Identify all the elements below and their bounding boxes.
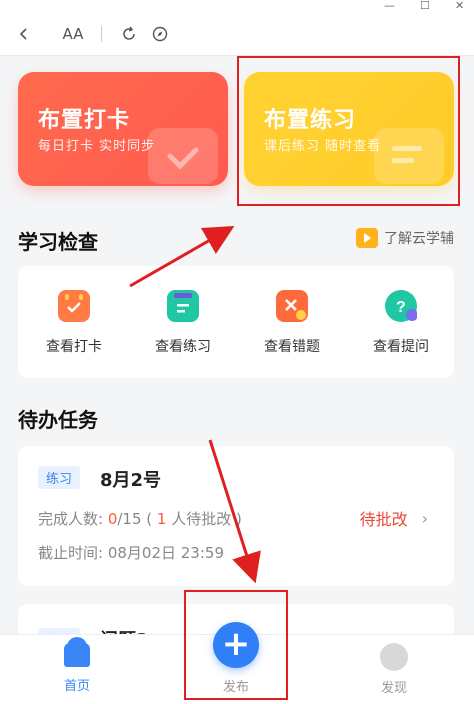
deadline: 截止时间: 08月02日 23:59 <box>38 544 224 562</box>
check-label: 查看练习 <box>155 339 211 355</box>
calendar-check-icon <box>58 290 90 322</box>
check-label: 查看错题 <box>264 339 320 355</box>
task-type-tag: 练习 <box>38 466 81 489</box>
chevron-right-icon: › <box>421 508 428 528</box>
check-label: 查看提问 <box>373 339 429 355</box>
card-title: 布置打卡 <box>38 108 131 133</box>
nav-discover[interactable]: 发现 <box>354 643 434 696</box>
home-icon <box>64 643 90 667</box>
todo-title: 待办任务 <box>18 408 98 432</box>
study-check-panel: 查看打卡 查看练习 查看错题 ? 查看提问 <box>18 266 454 378</box>
view-questions-item[interactable]: ? 查看提问 <box>351 290 451 356</box>
study-check-title: 学习检查 <box>18 230 98 254</box>
check-label: 查看打卡 <box>46 339 102 355</box>
close-button[interactable]: ✕ <box>455 0 464 12</box>
toolbar: AA <box>0 14 474 56</box>
planet-icon <box>380 643 408 671</box>
completion-count: 完成人数: 0/15 ( 1 人待批改 ) <box>38 510 242 528</box>
back-icon[interactable] <box>12 22 36 46</box>
view-exercise-item[interactable]: 查看练习 <box>133 290 233 356</box>
annotation-highlight-box <box>237 56 460 206</box>
wrong-question-icon <box>276 290 308 322</box>
learn-more-link[interactable]: 了解云学辅 <box>356 228 454 248</box>
notebook-icon <box>167 290 199 322</box>
compass-icon[interactable] <box>148 22 172 46</box>
question-bubble-icon: ? <box>385 290 418 322</box>
video-icon <box>356 228 378 248</box>
todo-task-card[interactable]: 练习 8月2号 完成人数: 0/15 ( 1 人待批改 ) 截止时间: 08月0… <box>18 446 454 586</box>
view-checkin-item[interactable]: 查看打卡 <box>24 290 124 356</box>
nav-home[interactable]: 首页 <box>37 643 117 694</box>
card-subtitle: 每日打卡 实时同步 <box>38 139 156 154</box>
annotation-highlight-box <box>184 590 288 700</box>
toolbar-divider <box>101 26 102 42</box>
svg-text:?: ? <box>396 299 406 316</box>
font-size-label: AA <box>62 25 84 43</box>
task-title: 8月2号 <box>100 470 162 491</box>
status-label: 待批改 <box>359 510 408 529</box>
learn-more-label: 了解云学辅 <box>384 231 454 247</box>
calendar-check-icon <box>148 128 218 184</box>
view-wrong-questions-item[interactable]: 查看错题 <box>242 290 342 356</box>
status-badge[interactable]: 待批改 › <box>360 506 428 530</box>
window-title-bar: — ☐ ✕ <box>0 0 474 14</box>
nav-discover-label: 发现 <box>380 681 407 696</box>
refresh-icon[interactable] <box>117 22 141 46</box>
assign-checkin-card[interactable]: 布置打卡 每日打卡 实时同步 <box>18 72 228 186</box>
nav-home-label: 首页 <box>63 679 90 694</box>
font-size-icon[interactable]: AA <box>58 22 88 46</box>
maximize-button[interactable]: ☐ <box>420 0 430 12</box>
minimize-button[interactable]: — <box>384 0 395 12</box>
